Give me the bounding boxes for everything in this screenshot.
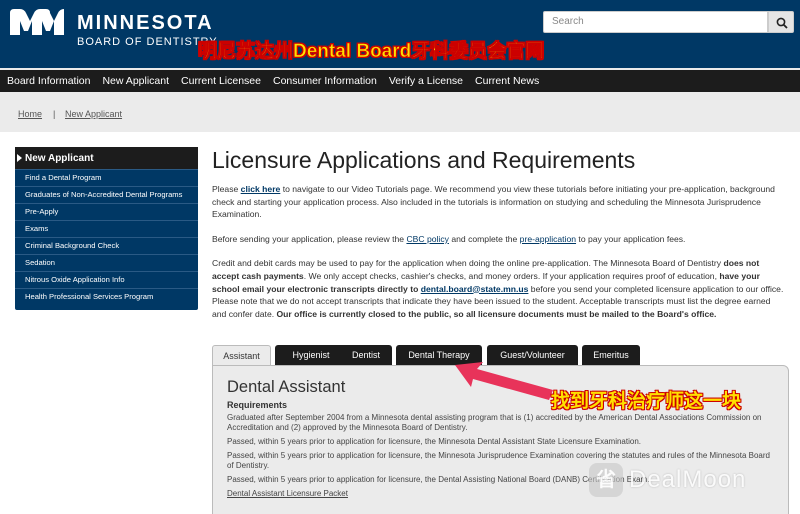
sidebar-heading[interactable]: New Applicant [15, 147, 198, 169]
sidebar-item-sedation[interactable]: Sedation [15, 253, 198, 271]
sidebar-item-criminal-background[interactable]: Criminal Background Check [15, 236, 198, 254]
nav-consumer-information[interactable]: Consumer Information [273, 75, 377, 87]
tab-assistant[interactable]: Assistant [212, 345, 271, 366]
main-content: New Applicant Find a Dental Program Grad… [0, 132, 800, 514]
logo-subtitle: BOARD OF DENTISTRY [77, 36, 218, 48]
paragraph-payments: Credit and debit cards may be used to pa… [212, 257, 787, 320]
annotation-title: 明尼苏达州Dental Board牙科委员会官网 [198, 41, 545, 63]
pre-application-link[interactable]: pre-application [520, 234, 576, 244]
sidebar-item-non-accredited[interactable]: Graduates of Non-Accredited Dental Progr… [15, 185, 198, 203]
click-here-link[interactable]: click here [241, 184, 281, 194]
p3-text-a: Credit and debit cards may be used to pa… [212, 258, 724, 269]
cbc-policy-link[interactable]: CBC policy [406, 234, 449, 244]
requirement-item: Passed, within 5 years prior to applicat… [227, 437, 641, 446]
site-header: MINNESOTA BOARD OF DENTISTRY 明尼苏达州Dental… [0, 0, 800, 68]
main-nav: Board Information New Applicant Current … [0, 70, 800, 92]
p3-bold-closed: Our office is currently closed to the pu… [276, 308, 717, 319]
p3-text-c: . We only accept checks, cashier's check… [303, 270, 720, 281]
breadcrumb-new-applicant[interactable]: New Applicant [65, 109, 122, 119]
article: Licensure Applications and Requirements … [212, 147, 787, 332]
dealmoon-logo-icon: 省 [589, 463, 623, 497]
minnesota-logo-icon[interactable] [8, 7, 66, 37]
nav-current-licensee[interactable]: Current Licensee [181, 75, 261, 87]
sidebar-item-exams[interactable]: Exams [15, 219, 198, 237]
sidebar-item-pre-apply[interactable]: Pre-Apply [15, 202, 198, 220]
breadcrumb-separator: | [53, 109, 56, 119]
board-email-link[interactable]: dental.board@state.mn.us [421, 284, 529, 294]
nav-new-applicant[interactable]: New Applicant [102, 75, 169, 87]
nav-board-information[interactable]: Board Information [7, 75, 90, 87]
nav-current-news[interactable]: Current News [475, 75, 539, 87]
p1-text-rest: to navigate to our Video Tutorials page.… [212, 184, 775, 220]
search-icon [776, 17, 788, 29]
tab-hygienist[interactable]: Hygienist [275, 345, 347, 365]
tab-dentist[interactable]: Dentist [340, 345, 392, 365]
p1-text: Please [212, 184, 241, 194]
search-button[interactable] [768, 11, 794, 33]
page-title: Licensure Applications and Requirements [212, 147, 636, 173]
requirement-item: Graduated after September 2004 from a Mi… [227, 413, 762, 432]
p2-text-mid: and complete the [448, 233, 520, 244]
sidebar-item-find-dental-program[interactable]: Find a Dental Program [15, 169, 198, 186]
dealmoon-watermark: 省 DealMoon [589, 463, 746, 497]
annotation-note: 找到牙科治疗师这一块 [551, 391, 742, 412]
annotation-arrow-icon [455, 362, 553, 400]
search-input[interactable]: Search [543, 11, 768, 33]
dealmoon-text: DealMoon [629, 466, 747, 493]
nav-verify-a-license[interactable]: Verify a License [389, 75, 463, 87]
sidebar-item-health-professional[interactable]: Health Professional Services Program [15, 287, 198, 305]
tab-emeritus[interactable]: Emeritus [582, 345, 640, 365]
breadcrumb: Home | New Applicant [0, 92, 800, 132]
paragraph-before-sending: Before sending your application, please … [212, 233, 787, 246]
sidebar-menu: New Applicant Find a Dental Program Grad… [15, 147, 198, 310]
breadcrumb-home[interactable]: Home [18, 109, 42, 119]
p2-text-rest: to pay your application fees. [576, 233, 686, 244]
p2-text: Before sending your application, please … [212, 233, 407, 244]
logo-wordmark[interactable]: MINNESOTA [77, 12, 214, 35]
sidebar-item-nitrous-oxide[interactable]: Nitrous Oxide Application Info [15, 270, 198, 288]
paragraph-tutorials: Please click here to navigate to our Vid… [212, 183, 787, 221]
